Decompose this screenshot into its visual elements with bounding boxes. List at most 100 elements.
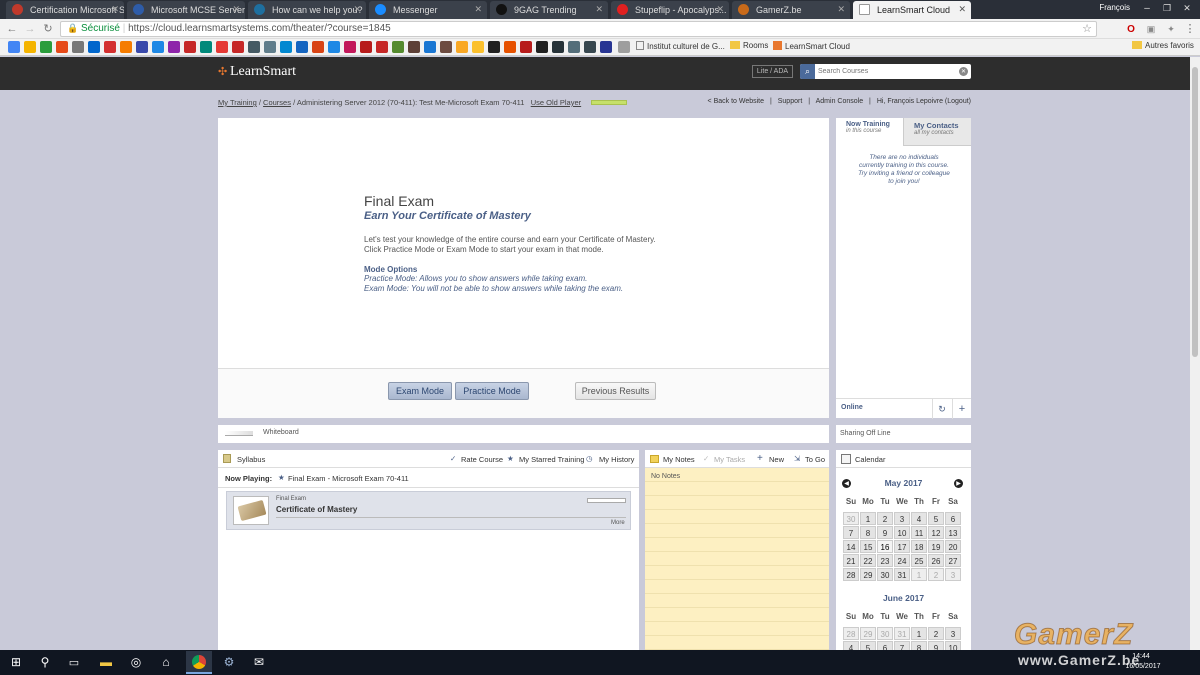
calendar-day[interactable]: 10	[945, 641, 961, 650]
syllabus-item[interactable]: Final Exam Certificate of Mastery More	[226, 491, 631, 530]
calendar-day[interactable]: 17	[894, 540, 910, 553]
forward-arrow-icon[interactable]: →	[24, 22, 36, 35]
my-notes-tab[interactable]: My Notes	[663, 455, 695, 464]
use-old-player-link[interactable]: Use Old Player	[531, 98, 581, 107]
maximize-icon[interactable]: ❐	[1158, 0, 1176, 16]
page-scrollbar[interactable]	[1190, 57, 1200, 650]
calendar-day[interactable]: 3	[894, 512, 910, 525]
rate-course-button[interactable]: Rate Course	[461, 455, 503, 464]
task-view-icon[interactable]: ▭	[66, 654, 82, 670]
bookmark-icon[interactable]	[488, 41, 500, 53]
scrollbar-thumb[interactable]	[1192, 67, 1198, 357]
calendar-day[interactable]: 8	[911, 641, 927, 650]
admin-console-link[interactable]: Admin Console	[816, 98, 863, 105]
close-icon[interactable]: ✕	[353, 4, 361, 15]
bookmark-icon[interactable]	[424, 41, 436, 53]
calendar-day[interactable]: 1	[911, 627, 927, 640]
calendar-day[interactable]: 31	[894, 627, 910, 640]
calendar-day[interactable]: 13	[945, 526, 961, 539]
bookmark-icon[interactable]	[120, 41, 132, 53]
calendar-day[interactable]: 5	[928, 512, 944, 525]
calendar-day[interactable]: 12	[928, 526, 944, 539]
search-icon[interactable]: ⌕	[800, 64, 815, 79]
logout-link[interactable]: (Logout)	[945, 98, 971, 105]
calendar-day[interactable]: 20	[945, 540, 961, 553]
bookmark-icon[interactable]	[200, 41, 212, 53]
search-input[interactable]	[816, 65, 956, 78]
calendar-day[interactable]: 21	[843, 554, 859, 567]
bookmark-icon[interactable]	[328, 41, 340, 53]
bookmark-icon[interactable]	[312, 41, 324, 53]
browser-tab[interactable]: GamerZ.be ✕	[732, 1, 850, 19]
bookmark-icon[interactable]	[8, 41, 20, 53]
bookmark-icon[interactable]	[168, 41, 180, 53]
browser-tab[interactable]: 9GAG Trending ✕	[490, 1, 608, 19]
new-note-button[interactable]: New	[769, 455, 784, 464]
calendar-day[interactable]: 2	[877, 512, 893, 525]
syllabus-title[interactable]: Syllabus	[237, 455, 265, 464]
bookmark-folder[interactable]: Rooms	[730, 41, 768, 50]
bookmark-icon[interactable]	[280, 41, 292, 53]
my-starred-training-button[interactable]: My Starred Training	[519, 455, 584, 464]
bookmark-icon[interactable]	[600, 41, 612, 53]
calendar-day[interactable]: 9	[877, 526, 893, 539]
to-go-button[interactable]: To Go	[805, 455, 825, 464]
bookmark-icon[interactable]	[136, 41, 148, 53]
learnsmart-logo[interactable]: ✣ LearnSmart	[218, 64, 296, 80]
calendar-day[interactable]: 18	[911, 540, 927, 553]
notes-area[interactable]: No Notes	[645, 468, 829, 650]
calendar-day[interactable]: 16	[877, 540, 893, 553]
bookmark-icon[interactable]	[520, 41, 532, 53]
back-arrow-icon[interactable]: ←	[6, 22, 18, 35]
calendar-day[interactable]: 7	[894, 641, 910, 650]
bookmark-icon[interactable]	[440, 41, 452, 53]
calendar-day[interactable]: 6	[945, 512, 961, 525]
bookmark-icon[interactable]	[56, 41, 68, 53]
calendar-day[interactable]: 1	[860, 512, 876, 525]
bookmark-icon[interactable]	[40, 41, 52, 53]
bookmark-icon[interactable]	[504, 41, 516, 53]
bookmark-icon[interactable]	[392, 41, 404, 53]
browser-tab[interactable]: Stupeflip - Apocalyps... ✕	[611, 1, 729, 19]
bookmark-icon[interactable]	[264, 41, 276, 53]
url-field[interactable]: 🔒 Sécurisé | https://cloud.learnsmartsys…	[60, 21, 1097, 37]
media-icon[interactable]: ◎	[128, 654, 144, 670]
bookmark-icon[interactable]	[152, 41, 164, 53]
browser-tab-active[interactable]: LearnSmart Cloud ✕	[853, 1, 971, 19]
breadcrumb-courses[interactable]: Courses	[263, 98, 291, 107]
add-contact-icon[interactable]: +	[952, 399, 971, 419]
calendar-day[interactable]: 4	[843, 641, 859, 650]
chrome-taskbar-button[interactable]	[186, 651, 212, 674]
calendar-day[interactable]: 1	[911, 568, 927, 581]
browser-tab[interactable]: How can we help you? ✕	[248, 1, 366, 19]
calendar-day[interactable]: 30	[877, 627, 893, 640]
previous-results-button[interactable]: Previous Results	[575, 382, 656, 400]
bookmark-icon[interactable]	[568, 41, 580, 53]
bookmark-icon[interactable]	[232, 41, 244, 53]
opera-icon[interactable]: O	[1125, 23, 1137, 35]
bookmark-icon[interactable]	[24, 41, 36, 53]
file-explorer-icon[interactable]: ▬	[98, 654, 114, 670]
breadcrumb-my-training[interactable]: My Training	[218, 98, 257, 107]
calendar-day[interactable]: 9	[928, 641, 944, 650]
windows-start-icon[interactable]: ⊞	[8, 654, 24, 670]
whiteboard-bar[interactable]: Whiteboard	[218, 425, 829, 443]
bookmark-icon[interactable]	[296, 41, 308, 53]
bookmark-item[interactable]: LearnSmart Cloud	[773, 41, 850, 51]
calendar-day[interactable]: 7	[843, 526, 859, 539]
calendar-day[interactable]: 6	[877, 641, 893, 650]
my-history-button[interactable]: My History	[599, 455, 634, 464]
clear-icon[interactable]: ✕	[959, 67, 968, 76]
calendar-day[interactable]: 14	[843, 540, 859, 553]
calendar-day[interactable]: 4	[911, 512, 927, 525]
calendar-day[interactable]: 31	[894, 568, 910, 581]
bookmark-item[interactable]: Institut culturel de G...	[636, 41, 726, 51]
bookmark-icon[interactable]	[618, 41, 630, 53]
bookmark-icon[interactable]	[360, 41, 372, 53]
lite-ada-button[interactable]: Lite / ADA	[752, 65, 793, 78]
close-window-icon[interactable]: ✕	[1178, 0, 1196, 16]
bookmark-icon[interactable]	[344, 41, 356, 53]
my-tasks-tab[interactable]: My Tasks	[714, 455, 745, 464]
bookmark-icon[interactable]	[552, 41, 564, 53]
close-icon[interactable]: ✕	[837, 4, 845, 15]
